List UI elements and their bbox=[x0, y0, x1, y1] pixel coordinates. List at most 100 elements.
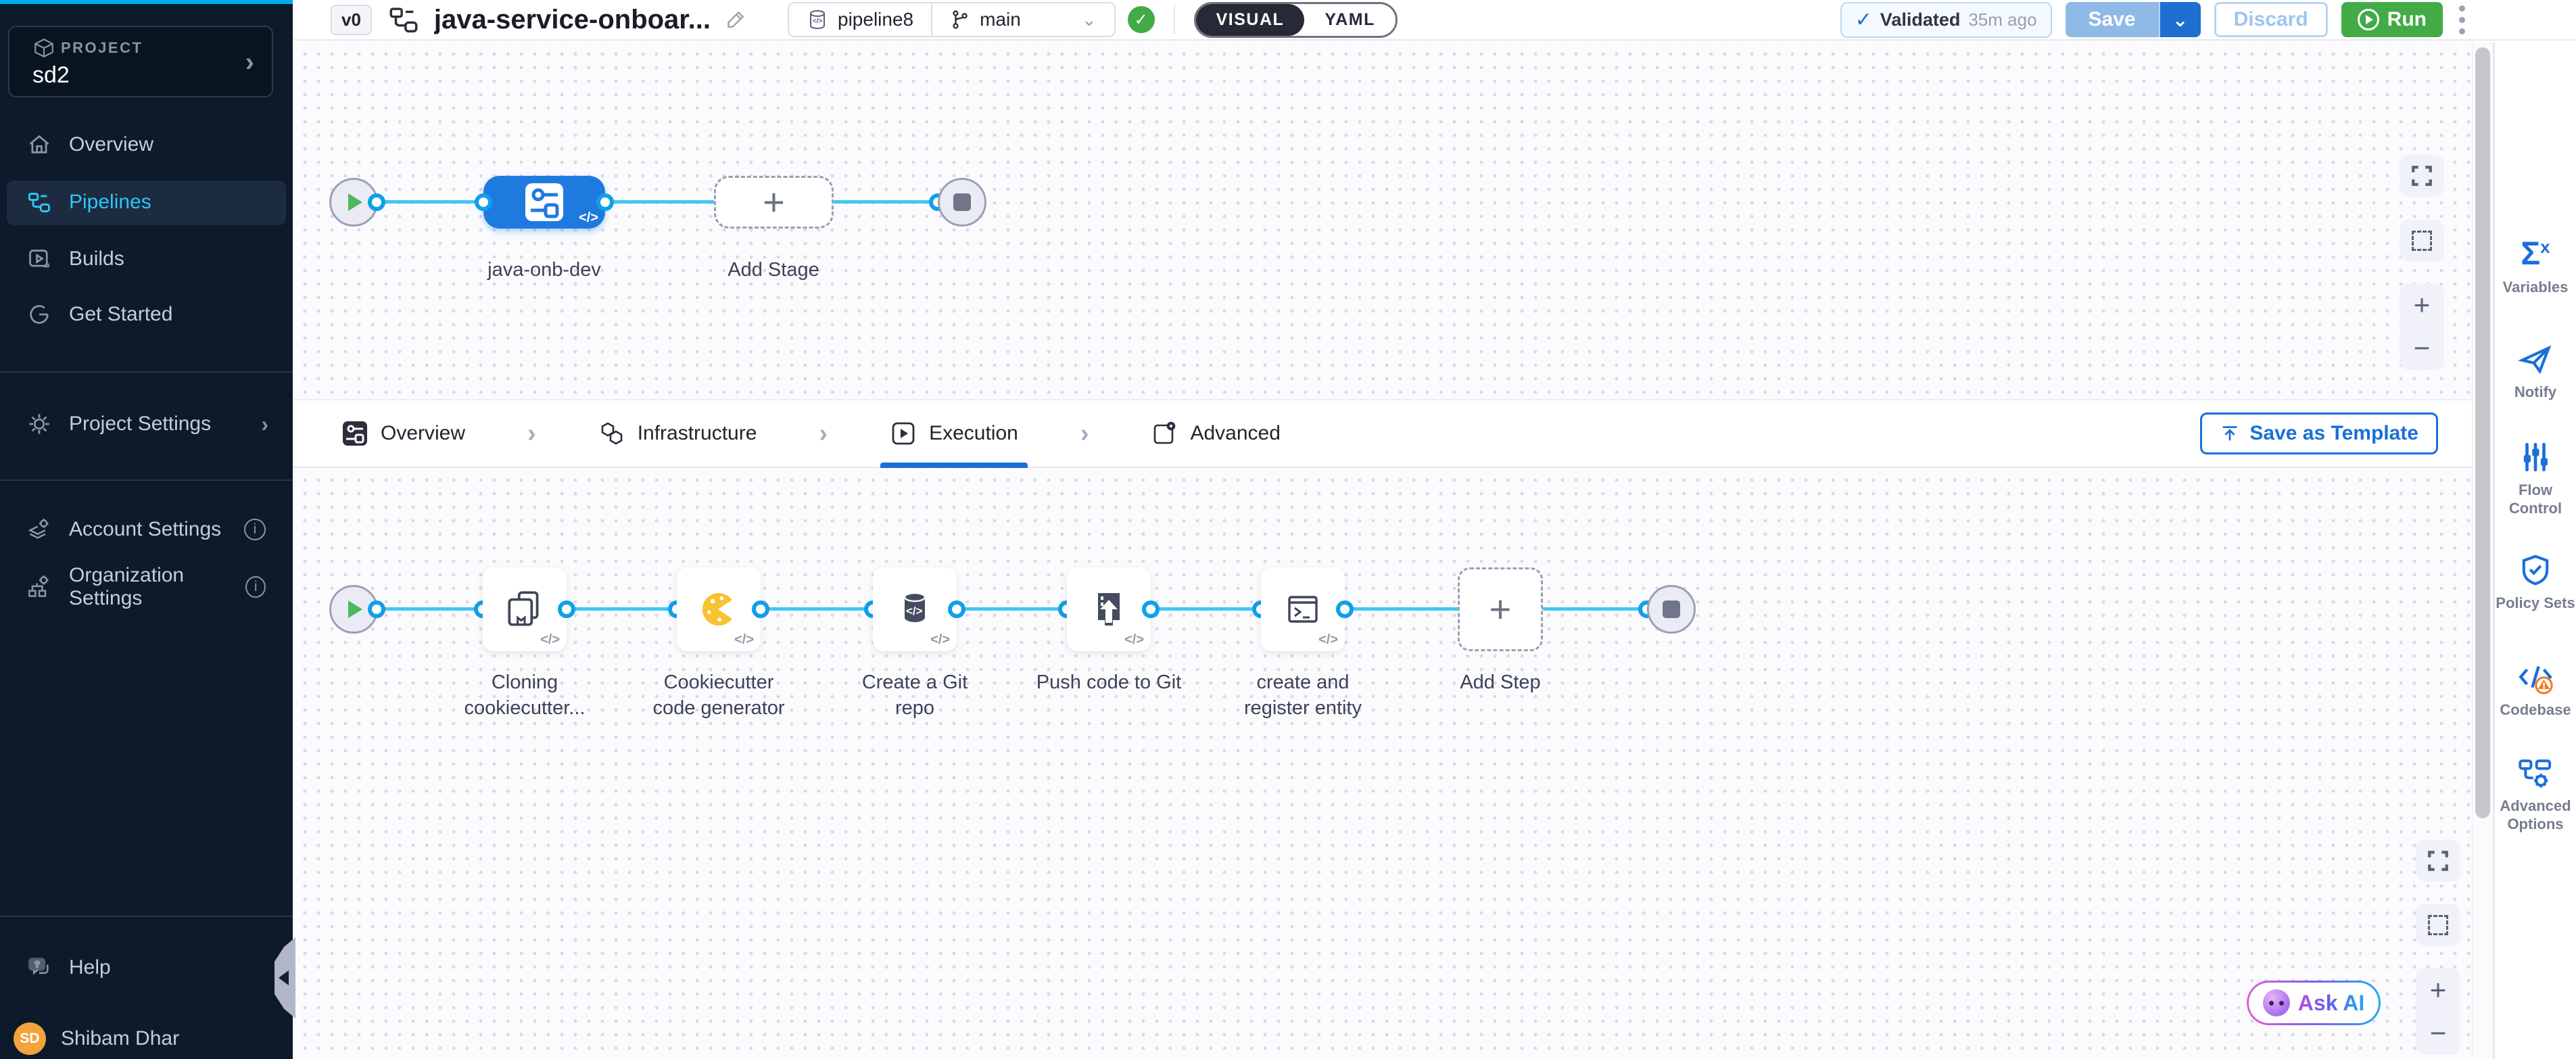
chevron-down-icon: ⌄ bbox=[2172, 9, 2188, 31]
toolbar-item-notify[interactable]: Notify bbox=[2495, 339, 2576, 401]
step-cloning-cookiecutter[interactable]: </> bbox=[483, 567, 567, 651]
sidebar-item-organization-settings[interactable]: Organization Settings i bbox=[0, 565, 293, 609]
more-options-kebab[interactable] bbox=[2456, 3, 2468, 37]
vertical-scrollbar[interactable] bbox=[2472, 42, 2494, 1059]
toolbar-label: Notify bbox=[2495, 383, 2576, 401]
branch-segment[interactable]: main ⌄ bbox=[932, 3, 1114, 36]
tab-infrastructure[interactable]: Infrastructure bbox=[594, 400, 761, 467]
connector-dot[interactable] bbox=[368, 601, 385, 618]
svg-text:</>: </> bbox=[906, 605, 923, 617]
repo-store-icon: </> bbox=[807, 9, 828, 30]
run-button[interactable]: Run bbox=[2341, 2, 2443, 37]
toggle-visual[interactable]: VISUAL bbox=[1196, 4, 1305, 36]
sidebar-item-builds[interactable]: Builds bbox=[0, 237, 293, 281]
step-create-git-repo[interactable]: </> </> bbox=[873, 567, 957, 651]
edit-pencil-icon[interactable] bbox=[724, 8, 747, 31]
tab-label: Overview bbox=[381, 422, 465, 445]
connector-dot[interactable] bbox=[558, 601, 575, 618]
sigma-x-icon: Σx bbox=[2521, 238, 2550, 270]
canvas-select-button[interactable] bbox=[2400, 220, 2444, 262]
git-branch-icon bbox=[950, 9, 970, 30]
sidebar-item-help[interactable]: ? Help bbox=[0, 946, 293, 989]
step-push-code-to-git[interactable]: </> bbox=[1067, 567, 1151, 651]
pipeline-header: v0 java-service-onboar... </> pipeline8 … bbox=[293, 0, 2576, 41]
pipelines-icon bbox=[27, 190, 51, 214]
zoom-out-button[interactable]: − bbox=[2430, 1019, 2447, 1048]
toolbar-item-advanced-options[interactable]: Advanced Options bbox=[2495, 753, 2576, 833]
sidebar-divider bbox=[0, 479, 293, 481]
scrollbar-thumb[interactable] bbox=[2475, 47, 2490, 818]
add-step-button[interactable]: + bbox=[1458, 567, 1543, 651]
project-cube-icon bbox=[32, 37, 55, 60]
branch-synced-icon: ✓ bbox=[1128, 6, 1155, 33]
code-badge-icon: </> bbox=[930, 632, 950, 648]
chevron-right-icon: › bbox=[527, 419, 536, 448]
connector-dot[interactable] bbox=[948, 601, 965, 618]
sidebar-item-get-started[interactable]: Get Started bbox=[0, 293, 293, 336]
execution-end-node[interactable] bbox=[1647, 585, 1696, 634]
sidebar-item-overview[interactable]: Overview bbox=[0, 123, 293, 166]
add-stage-button[interactable]: + bbox=[714, 176, 834, 229]
chevron-right-icon: › bbox=[245, 47, 254, 78]
plus-icon: + bbox=[763, 183, 785, 221]
toolbar-item-codebase[interactable]: Codebase bbox=[2495, 657, 2576, 719]
canvas-fullscreen-button[interactable] bbox=[2400, 155, 2444, 197]
builds-icon bbox=[27, 247, 51, 271]
sidebar-divider bbox=[0, 916, 293, 917]
tab-overview[interactable]: Overview bbox=[337, 400, 469, 467]
canvas-fullscreen-button[interactable] bbox=[2416, 840, 2460, 882]
pipeline-source-selector[interactable]: </> pipeline8 main ⌄ bbox=[788, 2, 1116, 37]
avatar: SD bbox=[14, 1022, 46, 1055]
execution-graph-canvas[interactable]: </> Cloning cookiecutter... </> Cookiecu… bbox=[293, 468, 2473, 1059]
stage-icon bbox=[341, 420, 368, 447]
stage-graph-canvas[interactable]: </> java-onb-dev + Add Stage + − bbox=[293, 42, 2473, 399]
sidebar-item-pipelines[interactable]: Pipelines bbox=[0, 181, 293, 224]
bucket-code-icon: </> bbox=[893, 588, 936, 631]
ai-bot-icon bbox=[2263, 989, 2290, 1016]
toolbar-item-variables[interactable]: Σx Variables bbox=[2495, 235, 2576, 296]
sidebar-item-account-settings[interactable]: Account Settings i bbox=[0, 508, 293, 551]
zoom-in-button[interactable]: + bbox=[2430, 976, 2447, 1004]
run-label: Run bbox=[2387, 8, 2427, 31]
save-as-template-button[interactable]: Save as Template bbox=[2200, 413, 2438, 454]
pipeline-end-node[interactable] bbox=[938, 178, 986, 227]
save-button[interactable]: Save bbox=[2066, 2, 2159, 37]
selection-icon bbox=[2412, 231, 2432, 251]
connector-dot[interactable] bbox=[1336, 601, 1354, 618]
home-icon bbox=[27, 133, 51, 157]
info-icon[interactable]: i bbox=[245, 576, 266, 598]
canvas-select-button[interactable] bbox=[2416, 904, 2460, 946]
step-label: Push code to Git bbox=[1034, 669, 1183, 695]
step-create-register-entity[interactable]: </> bbox=[1261, 567, 1345, 651]
connector-dot[interactable] bbox=[752, 601, 769, 618]
tab-advanced[interactable]: Advanced bbox=[1147, 400, 1284, 467]
project-selector[interactable]: PROJECT sd2 › bbox=[8, 26, 273, 97]
step-cookiecutter-generator[interactable]: </> bbox=[677, 567, 761, 651]
ask-ai-button[interactable]: Ask AI bbox=[2247, 981, 2381, 1025]
info-icon[interactable]: i bbox=[244, 519, 266, 540]
zoom-in-button[interactable]: + bbox=[2414, 291, 2431, 319]
pipeline-file-segment[interactable]: </> pipeline8 bbox=[789, 3, 931, 36]
toolbar-item-flow-control[interactable]: Flow Control bbox=[2495, 438, 2576, 517]
toggle-yaml[interactable]: YAML bbox=[1304, 4, 1396, 36]
sidebar-item-project-settings[interactable]: Project Settings › bbox=[0, 402, 293, 446]
tab-execution[interactable]: Execution bbox=[886, 400, 1022, 467]
paper-plane-icon bbox=[2518, 342, 2553, 377]
validation-status[interactable]: ✓ Validated 35m ago bbox=[1840, 2, 2052, 38]
code-badge-icon: </> bbox=[1124, 632, 1144, 648]
connector-dot[interactable] bbox=[475, 193, 492, 211]
chevron-right-icon: › bbox=[261, 412, 268, 437]
discard-button[interactable]: Discard bbox=[2214, 2, 2328, 37]
step-label: Create a Git repo bbox=[840, 669, 989, 721]
sliders-icon bbox=[2519, 440, 2552, 474]
zoom-out-button[interactable]: − bbox=[2414, 334, 2431, 362]
tab-label: Advanced bbox=[1190, 422, 1280, 445]
save-options-button[interactable]: ⌄ bbox=[2159, 2, 2201, 37]
user-menu[interactable]: SD Shibam Dhar bbox=[0, 1018, 293, 1059]
stage-node-java-onb-dev[interactable]: </> bbox=[483, 176, 605, 229]
toolbar-item-policy-sets[interactable]: Policy Sets bbox=[2495, 550, 2576, 612]
connector-dot[interactable] bbox=[1142, 601, 1160, 618]
connector-dot[interactable] bbox=[368, 193, 385, 211]
branch-name: main bbox=[980, 9, 1021, 30]
connector-dot[interactable] bbox=[596, 193, 614, 211]
